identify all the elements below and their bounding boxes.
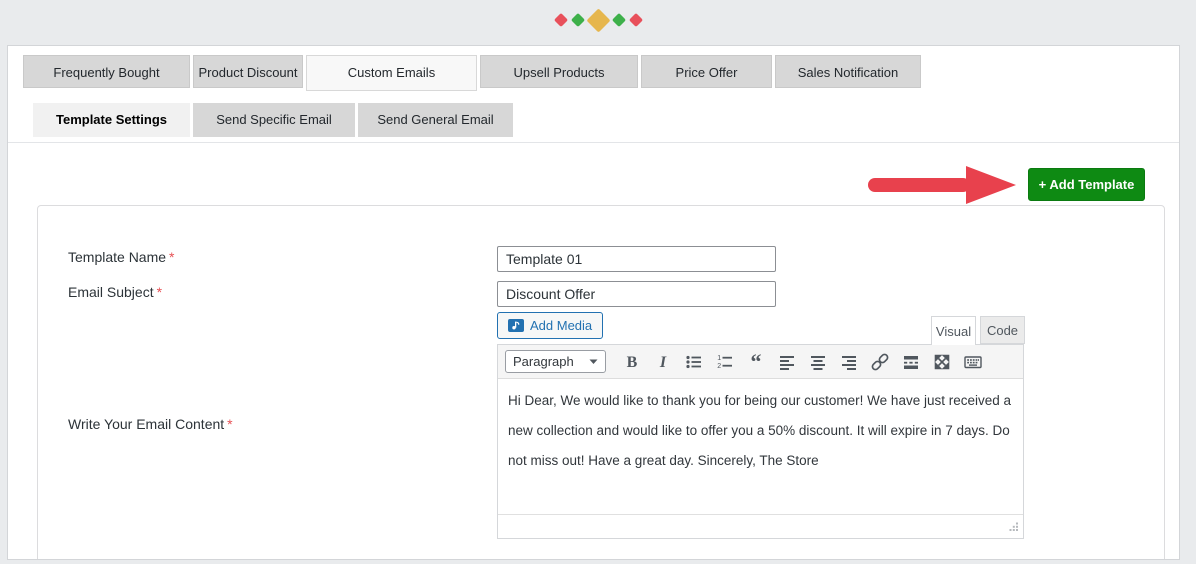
email-content-label: Write Your Email Content* (68, 416, 233, 432)
add-media-label: Add Media (530, 318, 592, 333)
svg-text:B: B (626, 354, 637, 371)
blockquote-button[interactable]: “ (742, 349, 769, 374)
italic-button[interactable]: I (649, 349, 676, 374)
tab-custom-emails[interactable]: Custom Emails (306, 55, 477, 91)
required-asterisk: * (227, 416, 232, 432)
bold-icon: B (622, 352, 642, 372)
required-asterisk: * (157, 284, 162, 300)
blockquote-icon: “ (746, 352, 766, 372)
align-right-button[interactable] (835, 349, 862, 374)
bold-button[interactable]: B (618, 349, 645, 374)
toolbar-toggle-icon (963, 352, 983, 372)
subtab-send-general-email[interactable]: Send General Email (358, 103, 513, 137)
code-tab[interactable]: Code (980, 316, 1025, 344)
numbered-list-icon: 1 2 (715, 352, 735, 372)
svg-text:I: I (658, 354, 666, 371)
email-subject-label: Email Subject* (68, 284, 162, 300)
subtab-send-specific-email[interactable]: Send Specific Email (193, 103, 355, 137)
paragraph-format-select[interactable]: Paragraph (505, 350, 606, 373)
logo-diamond-green-2 (611, 13, 625, 27)
template-form: Template Name* Email Subject* Write Your… (37, 205, 1165, 560)
email-content-label-text: Write Your Email Content (68, 416, 224, 432)
svg-text:2: 2 (717, 363, 721, 370)
italic-icon: I (653, 352, 673, 372)
main-tabs: Frequently Bought Product Discount Custo… (23, 55, 921, 91)
tab-price-offer[interactable]: Price Offer (641, 55, 772, 88)
media-icon (508, 319, 524, 332)
align-left-icon (777, 352, 797, 372)
align-right-icon (839, 352, 859, 372)
bulleted-list-button[interactable] (680, 349, 707, 374)
align-center-icon (808, 352, 828, 372)
logo-diamond-red-1 (553, 13, 567, 27)
required-asterisk: * (169, 249, 174, 265)
logo-diamond-gold (586, 8, 610, 32)
numbered-list-button[interactable]: 1 2 (711, 349, 738, 374)
editor-status-bar (498, 514, 1023, 538)
template-name-label: Template Name* (68, 249, 175, 265)
sub-tabs: Template Settings Send Specific Email Se… (33, 103, 513, 137)
align-left-button[interactable] (773, 349, 800, 374)
svg-text:“: “ (750, 352, 761, 372)
plugin-logo (0, 8, 1196, 32)
read-more-icon (901, 352, 921, 372)
insert-link-button[interactable] (866, 349, 893, 374)
template-name-label-text: Template Name (68, 249, 166, 265)
template-name-input[interactable] (497, 246, 776, 272)
align-center-button[interactable] (804, 349, 831, 374)
bulleted-list-icon (684, 352, 704, 372)
settings-panel: Frequently Bought Product Discount Custo… (7, 45, 1180, 560)
tab-frequently-bought[interactable]: Frequently Bought (23, 55, 190, 88)
chevron-down-icon (589, 359, 598, 365)
editor-toolbar: Paragraph B I (498, 345, 1023, 379)
svg-text:1: 1 (717, 355, 721, 362)
tabs-divider (8, 142, 1179, 143)
red-arrow-annotation (866, 163, 1018, 207)
paragraph-select-label: Paragraph (513, 354, 574, 369)
link-icon (870, 352, 890, 372)
email-subject-label-text: Email Subject (68, 284, 154, 300)
email-content-editor: Paragraph B I (497, 344, 1024, 539)
email-subject-input[interactable] (497, 281, 776, 307)
resize-handle[interactable] (1008, 521, 1019, 532)
toolbar-toggle-button[interactable] (959, 349, 986, 374)
add-template-button[interactable]: + Add Template (1028, 168, 1145, 201)
email-content-textarea[interactable]: Hi Dear, We would like to thank you for … (498, 379, 1023, 514)
visual-tab[interactable]: Visual (931, 316, 976, 345)
subtab-template-settings[interactable]: Template Settings (33, 103, 190, 137)
logo-diamond-green-1 (570, 13, 584, 27)
read-more-button[interactable] (897, 349, 924, 374)
logo-diamond-red-2 (628, 13, 642, 27)
fullscreen-icon (932, 352, 952, 372)
add-media-button[interactable]: Add Media (497, 312, 603, 339)
tab-sales-notification[interactable]: Sales Notification (775, 55, 921, 88)
tab-product-discount[interactable]: Product Discount (193, 55, 303, 88)
fullscreen-button[interactable] (928, 349, 955, 374)
tab-upsell-products[interactable]: Upsell Products (480, 55, 638, 88)
